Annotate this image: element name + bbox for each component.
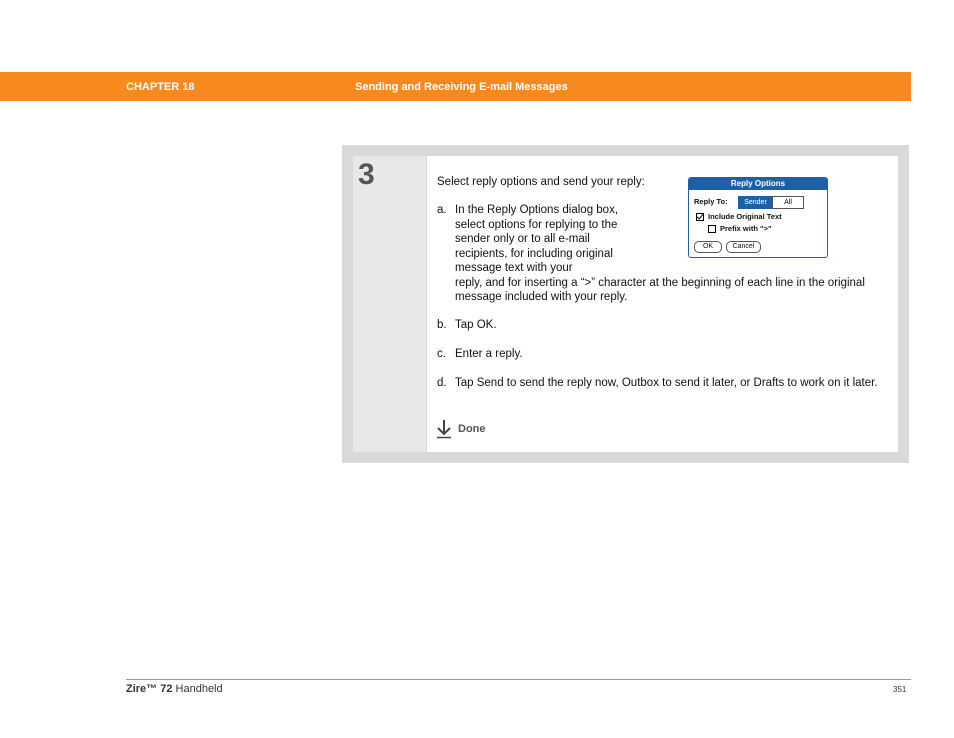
item-a-letter: a. <box>437 204 447 216</box>
reply-to-label: Reply To: <box>694 197 728 206</box>
item-d-letter: d. <box>437 377 447 389</box>
all-button[interactable]: All <box>772 196 804 209</box>
step-intro: Select reply options and send your reply… <box>437 176 645 188</box>
step-number: 3 <box>358 158 375 191</box>
chapter-label: CHAPTER 18 <box>126 81 195 93</box>
reply-options-dialog: Reply Options Reply To: Sender All Inclu… <box>688 177 828 258</box>
item-c-letter: c. <box>437 348 446 360</box>
include-original-checkbox[interactable] <box>696 213 704 221</box>
item-d-text: Tap Send to send the reply now, Outbox t… <box>455 377 878 389</box>
page-number: 351 <box>893 685 907 694</box>
item-b-text: Tap OK. <box>455 319 497 331</box>
item-a-text-narrow: In the Reply Options dialog box, select … <box>455 204 619 274</box>
item-c-text: Enter a reply. <box>455 348 523 360</box>
item-b-letter: b. <box>437 319 447 331</box>
step-number-column <box>353 156 426 452</box>
chapter-title: Sending and Receiving E-mail Messages <box>355 81 568 93</box>
footer-product-suffix: Handheld <box>172 683 223 695</box>
done-label: Done <box>458 423 486 435</box>
ok-button[interactable]: OK <box>694 241 722 253</box>
down-arrow-icon <box>437 420 451 439</box>
footer-product-name: Zire™ 72 <box>126 683 173 695</box>
prefix-checkbox[interactable] <box>708 225 716 233</box>
dialog-title: Reply Options <box>689 178 827 190</box>
cancel-button[interactable]: Cancel <box>726 241 761 253</box>
item-a-text-wide: reply, and for inserting a “>” character… <box>455 276 865 304</box>
footer-rule <box>126 679 911 680</box>
prefix-label: Prefix with ">" <box>720 224 772 233</box>
sender-button[interactable]: Sender <box>738 196 773 209</box>
footer-product: Zire™ 72 Handheld <box>126 683 223 695</box>
include-original-label: Include Original Text <box>708 212 782 221</box>
